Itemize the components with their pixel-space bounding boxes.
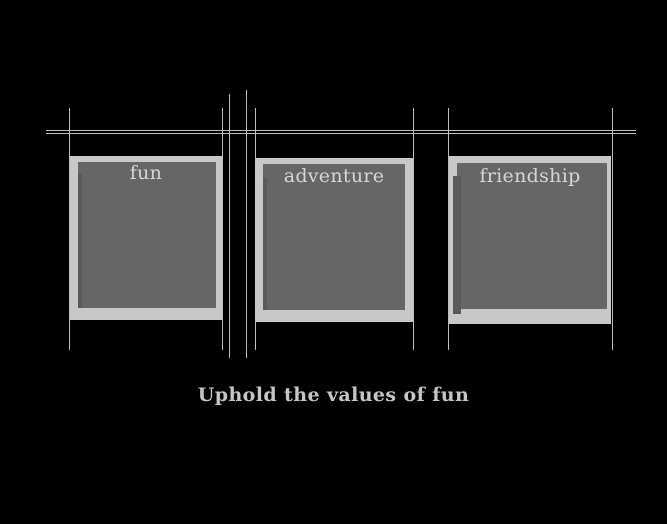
value-card-adventure: adventure [255, 158, 413, 322]
guide-line-vertical [612, 108, 613, 350]
card-label: adventure [283, 165, 385, 187]
guide-line-vertical [246, 90, 247, 358]
value-card-friendship: friendship [449, 156, 611, 324]
card-shadow [78, 174, 82, 308]
value-card-fun: fun [70, 156, 222, 320]
card-shadow [453, 176, 461, 314]
guide-line-vertical [222, 108, 223, 350]
card-label: fun [129, 162, 163, 184]
guide-line-horizontal-top [46, 130, 636, 131]
guide-line-vertical [413, 108, 414, 350]
guide-line-horizontal-bottom [46, 133, 636, 134]
caption: Uphold the values of fun [197, 384, 470, 406]
guide-line-vertical [229, 94, 230, 358]
card-label: friendship [479, 165, 581, 187]
card-shadow [263, 178, 267, 310]
